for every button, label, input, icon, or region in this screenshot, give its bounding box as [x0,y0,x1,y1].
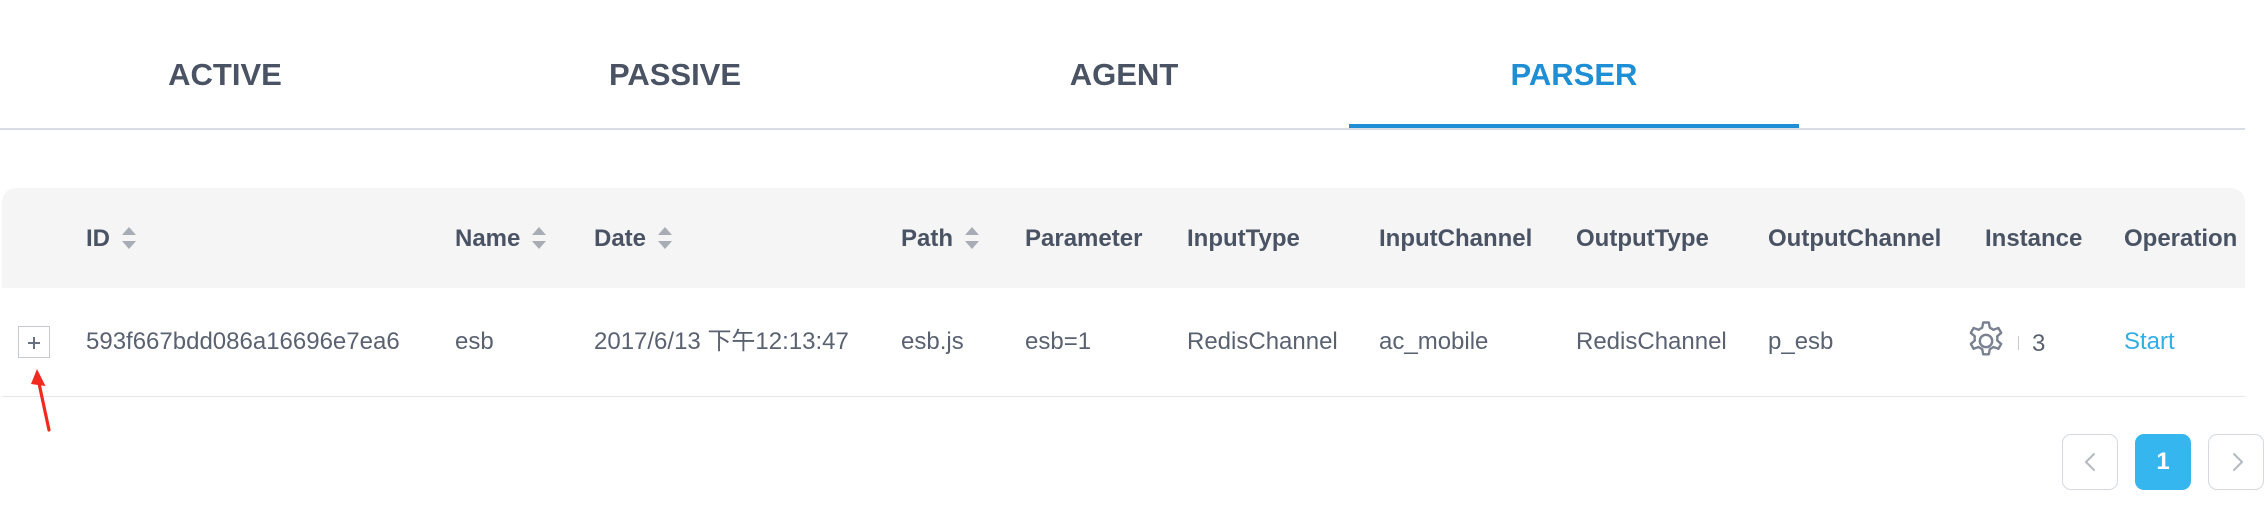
column-header-label: ID [86,225,110,252]
chevron-right-icon [2233,453,2243,471]
tab-agent[interactable]: AGENT [899,0,1349,128]
cell-inputchannel: ac_mobile [1379,328,1489,355]
sort-icon[interactable] [532,226,547,249]
cell-date: 2017/6/13 下午12:13:47 [594,328,849,355]
column-header-label: Date [594,225,647,252]
column-header-inputtype: InputType [1187,225,1300,252]
active-tab-indicator [1349,124,1799,128]
column-header-label: Name [455,225,521,252]
next-page-button[interactable] [2208,434,2264,490]
tab-passive[interactable]: PASSIVE [450,0,900,128]
cell-id: 593f667bdd086a16696e7ea6 [86,328,400,355]
instance-count: 3 [2032,330,2046,357]
instance-divider [2018,336,2019,350]
cell-outputchannel: p_esb [1768,328,1834,355]
parser-table: ID Name Date Path Parameter InputType In… [2,188,2245,397]
cell-outputtype: RedisChannel [1576,328,1727,355]
tab-parser[interactable]: PARSER [1349,0,1799,128]
column-header-outputchannel: OutputChannel [1768,225,1942,252]
annotation-arrow-icon [31,369,51,432]
table-header: ID Name Date Path Parameter InputType In… [2,188,2245,288]
tab-active[interactable]: ACTIVE [0,0,450,128]
cell-name: esb [455,328,494,355]
column-header-date[interactable]: Date [594,188,673,288]
sort-icon[interactable] [965,226,980,249]
column-header-name[interactable]: Name [455,188,547,288]
column-header-operation: Operation [2124,225,2238,252]
column-header-parameter: Parameter [1025,225,1143,252]
cell-path: esb.js [901,328,964,355]
column-header-path[interactable]: Path [901,188,980,288]
chevron-left-icon [2085,453,2095,471]
sort-icon[interactable] [122,226,136,249]
tab-bar: ACTIVE PASSIVE AGENT PARSER [0,0,2245,130]
column-header-outputtype: OutputType [1576,225,1709,252]
cell-inputtype: RedisChannel [1187,328,1338,355]
cell-parameter: esb=1 [1025,328,1092,355]
column-header-label: Path [901,225,954,252]
prev-page-button[interactable] [2062,434,2118,490]
expand-row-button[interactable] [18,326,50,358]
sort-icon[interactable] [658,226,673,249]
gear-icon[interactable] [1964,319,2008,363]
page-1-button[interactable]: 1 [2135,434,2191,490]
column-header-instance: Instance [1985,225,2083,252]
start-link[interactable]: Start [2124,288,2175,396]
table-row: 593f667bdd086a16696e7ea6 esb 2017/6/13 下… [2,288,2245,397]
column-header-inputchannel: InputChannel [1379,225,1533,252]
column-header-id[interactable]: ID [86,188,136,288]
